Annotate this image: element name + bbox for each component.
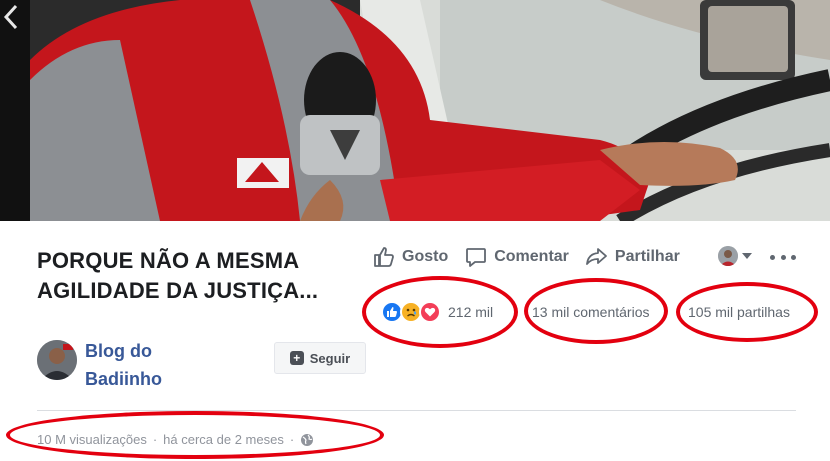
reactions-summary[interactable]: 212 mil [381, 300, 493, 324]
share-icon [586, 248, 607, 265]
post-meta: 10 M visualizações · há cerca de 2 meses… [37, 432, 314, 447]
separator: · [289, 432, 295, 447]
divider [37, 410, 796, 411]
globe-icon[interactable] [300, 433, 314, 447]
share-button-label: Partilhar [614, 248, 680, 265]
comment-icon [466, 248, 487, 267]
video-player[interactable] [0, 0, 830, 221]
page-author: Blog do Badiinho [37, 337, 195, 393]
comment-button[interactable]: Comentar [464, 245, 569, 269]
page-name-line: Badiinho [85, 369, 162, 389]
post-title-line: PORQUE NÃO A MESMA [37, 248, 300, 273]
views-count: 10 M visualizações [37, 432, 147, 447]
plus-icon: + [289, 351, 304, 365]
page-name-link[interactable]: Blog do Badiinho [85, 337, 195, 393]
more-dots-icon [770, 254, 775, 260]
like-button-label: Gosto [402, 248, 449, 265]
action-bar: Gosto Comentar Partilhar [372, 242, 696, 272]
post-title: PORQUE NÃO A MESMA AGILIDADE DA JUSTIÇA.… [37, 246, 367, 306]
chevron-left-icon[interactable] [0, 0, 22, 34]
follow-button[interactable]: + Seguir [274, 342, 366, 374]
reactions-count: 212 mil [448, 304, 494, 320]
more-options-button[interactable] [770, 246, 796, 268]
comments-count-link[interactable]: 13 mil comentários [532, 300, 650, 324]
shares-count-link[interactable]: 105 mil partilhas [688, 300, 790, 324]
follow-button-label: Seguir [309, 350, 351, 366]
avatar[interactable] [37, 340, 77, 380]
page-name-line: Blog do [85, 341, 152, 361]
post-timestamp[interactable]: há cerca de 2 meses [163, 432, 284, 447]
video-frame [0, 0, 830, 221]
avatar [718, 246, 738, 266]
post-as-selector[interactable] [718, 246, 752, 266]
share-button[interactable]: Partilhar [585, 245, 680, 269]
post-title-line: AGILIDADE DA JUSTIÇA... [37, 278, 319, 303]
love-icon [419, 301, 441, 323]
thumbs-up-icon [374, 247, 394, 267]
separator: · [152, 432, 158, 447]
like-button[interactable]: Gosto [372, 245, 448, 269]
chevron-down-icon [742, 253, 752, 259]
comment-button-label: Comentar [494, 248, 569, 265]
